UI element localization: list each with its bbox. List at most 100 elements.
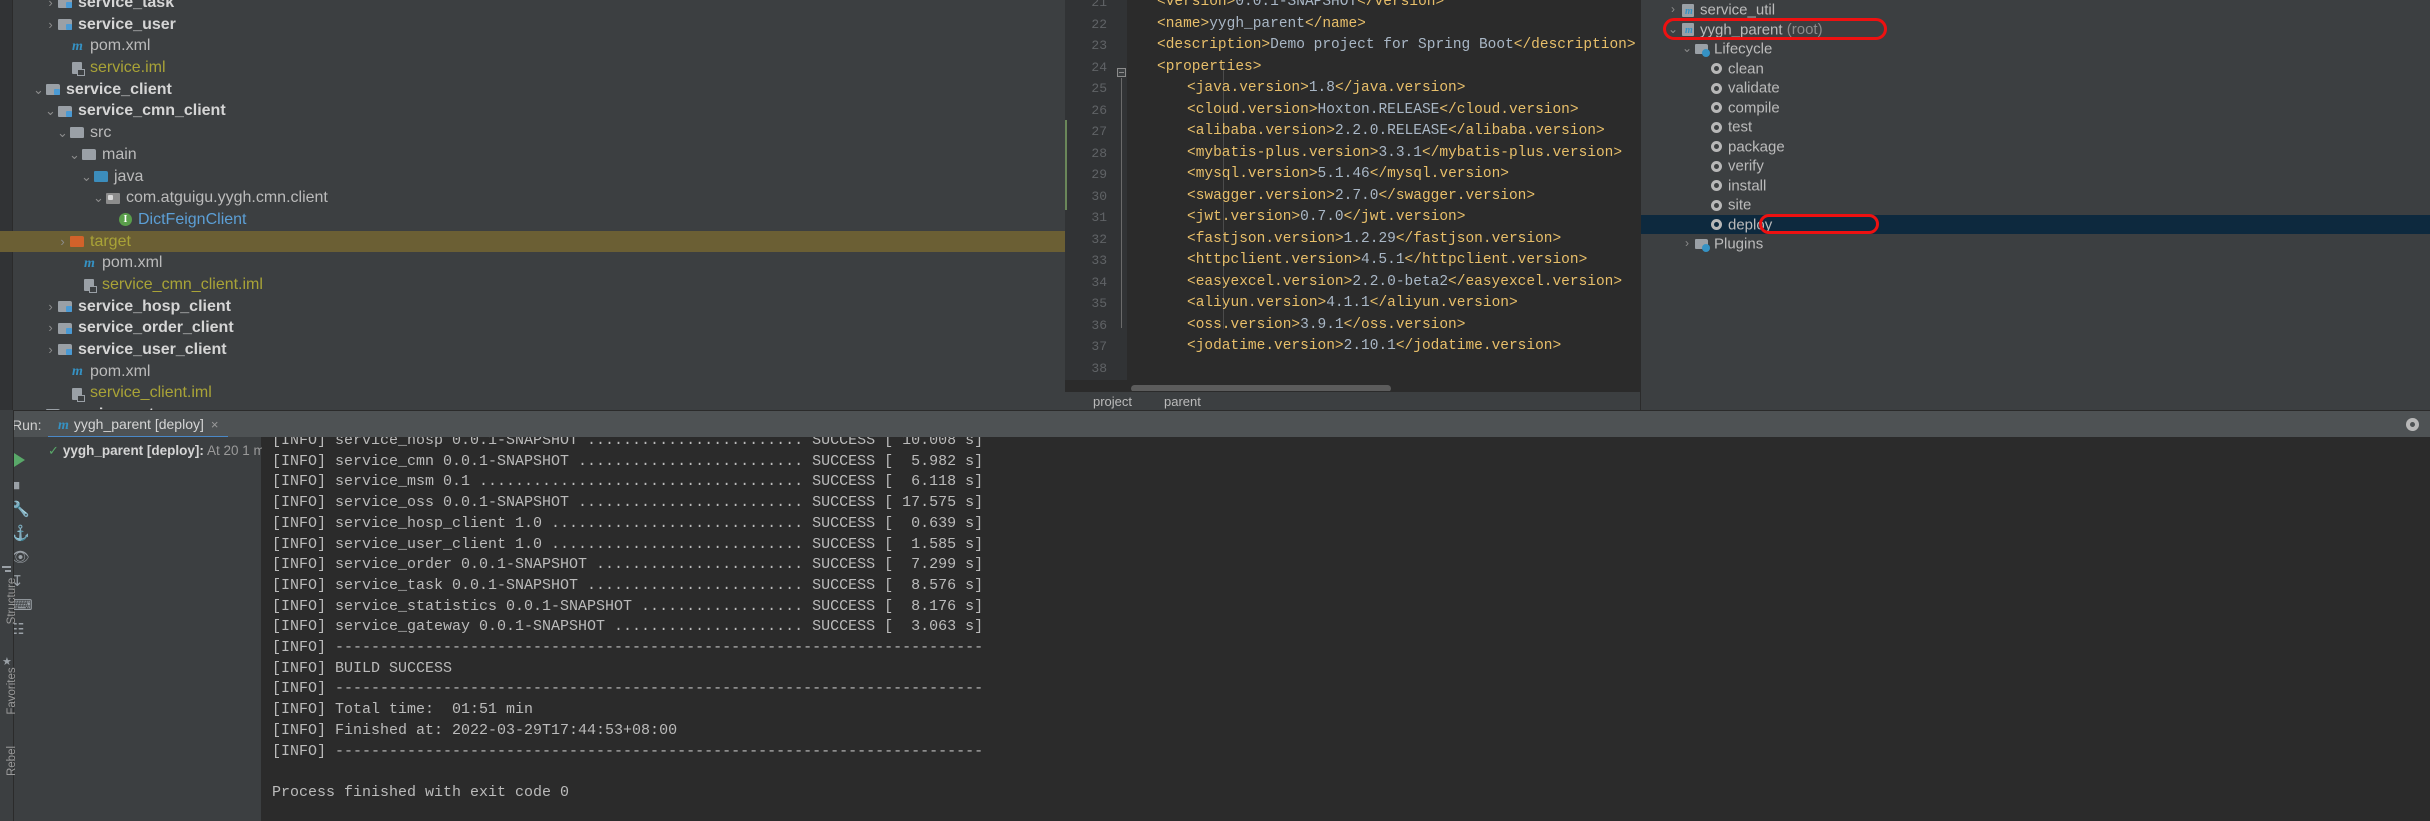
chevron-down-icon[interactable]: ⌄: [1666, 20, 1680, 40]
maven-item-label: verify: [1728, 157, 1764, 175]
maven-item-test[interactable]: test: [1641, 117, 2430, 137]
maven-item-service-util[interactable]: › service_util: [1641, 0, 2430, 20]
left-tool-window-strip[interactable]: Structure ★ Favorites Rebel: [0, 410, 18, 821]
project-tree-panel[interactable]: › service_task › service_user m pom.xml servic…: [0, 0, 1065, 410]
code-line[interactable]: <jodatime.version>2.10.1</jodatime.versi…: [1127, 336, 1561, 358]
run-console-output[interactable]: [INFO] service_hosp 0.0.1-SNAPSHOT .....…: [262, 437, 2430, 821]
code-line[interactable]: <mybatis-plus.version>3.3.1</mybatis-plu…: [1127, 143, 1622, 165]
code-line[interactable]: <java.version>1.8</java.version>: [1127, 78, 1465, 100]
code-line[interactable]: <cloud.version>Hoxton.RELEASE</cloud.ver…: [1127, 100, 1579, 122]
line-number: 27: [1091, 124, 1107, 139]
tree-item-service-task[interactable]: › service_task: [0, 0, 1065, 14]
code-line[interactable]: <name>yygh_parent</name>: [1127, 14, 1366, 36]
tree-item-label: service_task: [78, 0, 175, 11]
tree-item-com-atguigu-yygh-cmn-client[interactable]: ⌄ com.atguigu.yygh.cmn.client: [0, 187, 1065, 209]
chevron-down-icon[interactable]: ⌄: [80, 166, 93, 188]
chevron-down-icon[interactable]: ⌄: [1680, 39, 1694, 59]
maven-goal-tree[interactable]: › service_util ⌄ yygh_parent (root) ⌄ Lifecyc…: [1641, 0, 2430, 254]
line-number: 36: [1091, 317, 1107, 333]
editor-bottom-tabs[interactable]: project parent: [1065, 391, 1640, 410]
fold-marker-icon[interactable]: [1117, 68, 1126, 77]
chevron-down-icon[interactable]: ⌄: [32, 79, 45, 101]
code-line[interactable]: <oss.version>3.9.1</oss.version>: [1127, 315, 1465, 337]
chevron-down-icon[interactable]: ⌄: [68, 144, 81, 166]
maven-tool-window[interactable]: › service_util ⌄ yygh_parent (root) ⌄ Lifecyc…: [1640, 0, 2430, 410]
tree-item-service-cmn-client[interactable]: ⌄ service_cmn_client: [0, 100, 1065, 122]
tree-item-dictfeignclient[interactable]: DictFeignClient: [0, 209, 1065, 231]
tree-item-main[interactable]: ⌄ main: [0, 144, 1065, 166]
tree-item-service-user[interactable]: › service_user: [0, 14, 1065, 36]
code-line[interactable]: <fastjson.version>1.2.29</fastjson.versi…: [1127, 229, 1561, 251]
code-line[interactable]: <version>0.0.1-SNAPSHOT</version>: [1127, 0, 1444, 14]
editor-bottom-tab-parent[interactable]: parent: [1164, 394, 1201, 409]
line-number: 33: [1091, 253, 1107, 268]
chevron-right-icon[interactable]: ›: [1680, 234, 1694, 254]
code-line[interactable]: <easyexcel.version>2.2.0-beta2</easyexce…: [1127, 272, 1622, 294]
run-result-tree[interactable]: ✓yygh_parent [deploy]: At 20 1 min, 52 s…: [40, 437, 374, 821]
tree-item-label: service_cmn_client: [78, 102, 226, 120]
tree-item-pom-xml[interactable]: m pom.xml: [0, 252, 1065, 274]
tree-item-label: target: [90, 232, 131, 250]
maven-item-label: validate: [1728, 79, 1780, 97]
tree-item-src[interactable]: ⌄ src: [0, 122, 1065, 144]
chevron-down-icon[interactable]: ⌄: [44, 100, 57, 122]
code-line[interactable]: <alibaba.version>2.2.0.RELEASE</alibaba.…: [1127, 121, 1605, 143]
maven-item-install[interactable]: install: [1641, 176, 2430, 196]
editor-bottom-tab-project[interactable]: project: [1093, 394, 1132, 409]
code-line[interactable]: <properties>: [1127, 57, 1261, 79]
tree-item-pom-xml[interactable]: m pom.xml: [0, 35, 1065, 57]
maven-item-site[interactable]: site: [1641, 195, 2430, 215]
tree-item-service-order-client[interactable]: › service_order_client: [0, 317, 1065, 339]
maven-item-compile[interactable]: compile: [1641, 98, 2430, 118]
editor-fold-column[interactable]: [1113, 0, 1127, 380]
code-line[interactable]: <mysql.version>5.1.46</mysql.version>: [1127, 164, 1509, 186]
lifecycle-folder-icon: [1694, 42, 1711, 57]
tree-item-service-client[interactable]: ⌄ service_client: [0, 79, 1065, 101]
folder-icon: [81, 147, 98, 162]
code-line[interactable]: <httpclient.version>4.5.1</httpclient.ve…: [1127, 250, 1587, 272]
project-tree-rows[interactable]: › service_task › service_user m pom.xml servic…: [0, 0, 1065, 410]
maven-item-deploy[interactable]: deploy: [1641, 214, 2430, 234]
run-tab-yygh-parent-deploy[interactable]: m yygh_parent [deploy] ×: [48, 411, 229, 438]
chevron-right-icon[interactable]: ›: [1666, 0, 1680, 20]
tree-item-java[interactable]: ⌄ java: [0, 166, 1065, 188]
code-line[interactable]: <jwt.version>0.7.0</jwt.version>: [1127, 207, 1465, 229]
tree-item-target[interactable]: › target: [0, 230, 1065, 253]
strip-item-structure[interactable]: Structure: [6, 571, 18, 631]
chevron-down-icon[interactable]: ⌄: [92, 187, 105, 209]
line-number: 30: [1091, 188, 1107, 204]
tree-item-service-iml[interactable]: service.iml: [0, 57, 1065, 79]
iml-file-icon: [81, 277, 98, 294]
maven-item-plugins[interactable]: › Plugins: [1641, 234, 2430, 254]
maven-item-validate[interactable]: validate: [1641, 78, 2430, 98]
chevron-right-icon[interactable]: ›: [56, 231, 69, 253]
code-editor[interactable]: 21 22 23 24 25 26 27 28 29 30 31 32 33 34 35 36 37 38 <ve…: [1065, 0, 1640, 410]
chevron-right-icon[interactable]: ›: [44, 339, 57, 361]
code-line[interactable]: <description>Demo project for Spring Boo…: [1127, 35, 1636, 57]
strip-item-favorites[interactable]: Favorites: [6, 661, 18, 721]
strip-item-rebel[interactable]: Rebel: [6, 731, 18, 791]
maven-item-verify[interactable]: verify: [1641, 156, 2430, 176]
goal-gear-icon: [1708, 139, 1725, 154]
tree-item-service-hosp-client[interactable]: › service_hosp_client: [0, 296, 1065, 318]
code-line[interactable]: <aliyun.version>4.1.1</aliyun.version>: [1127, 293, 1518, 315]
code-line[interactable]: <swagger.version>2.7.0</swagger.version>: [1127, 186, 1535, 208]
chevron-down-icon[interactable]: ⌄: [56, 122, 69, 144]
tree-item-pom-xml[interactable]: m pom.xml: [0, 361, 1065, 383]
gear-icon[interactable]: [2405, 417, 2420, 432]
maven-item-lifecycle[interactable]: ⌄ Lifecycle: [1641, 39, 2430, 59]
chevron-right-icon[interactable]: ›: [44, 0, 57, 14]
chevron-right-icon[interactable]: ›: [44, 14, 57, 36]
tree-item-service-client-iml[interactable]: service_client.iml: [0, 382, 1065, 404]
tree-item-service-cmn-client-iml[interactable]: service_cmn_client.iml: [0, 274, 1065, 296]
editor-code-area[interactable]: <version>0.0.1-SNAPSHOT</version> <name>y…: [1127, 0, 1640, 380]
maven-item-yygh-parent[interactable]: ⌄ yygh_parent (root): [1641, 20, 2430, 40]
module-folder-icon: [57, 104, 74, 119]
goal-gear-icon: [1708, 61, 1725, 76]
tree-item-service-user-client[interactable]: › service_user_client: [0, 339, 1065, 361]
maven-item-clean[interactable]: clean: [1641, 59, 2430, 79]
chevron-right-icon[interactable]: ›: [44, 317, 57, 339]
close-icon[interactable]: ×: [211, 417, 219, 432]
maven-item-package[interactable]: package: [1641, 137, 2430, 157]
chevron-right-icon[interactable]: ›: [44, 296, 57, 318]
